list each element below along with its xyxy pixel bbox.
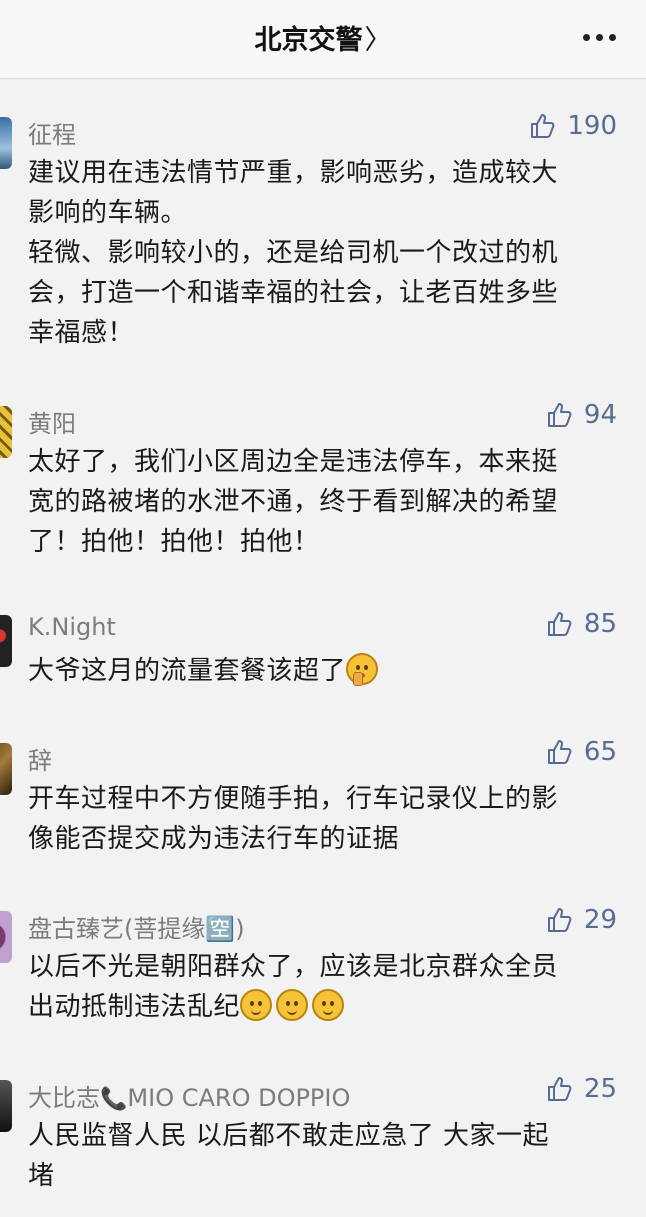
like-button[interactable]: 29 xyxy=(546,905,617,935)
comment-line: 堵 xyxy=(28,1161,55,1191)
thumbs-up-icon xyxy=(547,740,572,764)
chevron-right-icon[interactable]: 〉 xyxy=(365,25,392,56)
commenter-name[interactable]: 辞 xyxy=(28,741,52,776)
comment-line: 出动抵制违法乱纪 xyxy=(28,987,618,1027)
comment-item: 辞 65 开车过程中不方便随手拍，行车记录仪上的影 像能否提交成为违法行车的证据 xyxy=(0,705,646,873)
comment-text: 开车过程中不方便随手拍，行车记录仪上的影 像能否提交成为违法行车的证据 xyxy=(28,779,618,859)
like-count: 85 xyxy=(583,609,617,639)
thumbs-up-icon xyxy=(547,612,572,636)
comment-line: 幸福感！ xyxy=(28,318,135,348)
commenter-name[interactable]: 黄阳 xyxy=(28,404,76,439)
comment-text: 建议用在违法情节严重，影响恶劣，造成较大 影响的车辆。 轻微、影响较小的，还是给… xyxy=(28,153,618,353)
avatar[interactable] xyxy=(0,911,12,963)
comment-item: K.Night 85 大爷这月的流量套餐该超了 xyxy=(0,577,646,705)
smile-face-icon xyxy=(276,989,309,1021)
like-count: 94 xyxy=(583,400,617,430)
comment-item: 盘古臻艺(菩提缘🈳) 29 以后不光是朝阳群众了，应该是北京群众全员 出动抵制违… xyxy=(0,873,646,1042)
avatar[interactable] xyxy=(0,615,12,667)
avatar[interactable] xyxy=(0,743,12,795)
like-button[interactable]: 85 xyxy=(546,609,617,639)
comment-line: 人民监督人民 以后都不敢走应急了 大家一起 xyxy=(28,1121,550,1151)
comment-item: 黄阳 94 太好了，我们小区周边全是违法停车，本来挺 宽的路被堵的水泄不通，终于… xyxy=(0,368,646,577)
like-button[interactable]: 190 xyxy=(529,111,617,141)
more-dots-icon[interactable] xyxy=(583,34,616,41)
like-count: 190 xyxy=(567,111,617,141)
like-button[interactable]: 65 xyxy=(546,737,617,767)
thumbs-up-icon xyxy=(547,908,572,932)
smile-face-icon xyxy=(312,989,345,1021)
commenter-name-part: 大比志 xyxy=(28,1084,100,1112)
comment-text: 大爷这月的流量套餐该超了 xyxy=(28,651,618,691)
comment-item: 征程 190 建议用在违法情节严重，影响恶劣，造成较大 影响的车辆。 轻微、影响… xyxy=(0,79,646,368)
commenter-name[interactable]: 大比志📞MIO CARO DOPPIO xyxy=(28,1078,350,1113)
avatar[interactable] xyxy=(0,406,12,458)
like-count: 25 xyxy=(583,1074,617,1104)
comment-line: 宽的路被堵的水泄不通，终于看到解决的希望 xyxy=(28,487,559,517)
page-title[interactable]: 北京交警 xyxy=(255,25,363,56)
comment-text: 太好了，我们小区周边全是违法停车，本来挺 宽的路被堵的水泄不通，终于看到解决的希… xyxy=(28,442,618,562)
like-count: 29 xyxy=(583,905,617,935)
avatar[interactable] xyxy=(0,1080,12,1132)
comment-line: 像能否提交成为违法行车的证据 xyxy=(28,824,400,854)
avatar[interactable] xyxy=(0,117,12,169)
like-button[interactable]: 25 xyxy=(546,1074,617,1104)
like-count: 65 xyxy=(583,737,617,767)
comment-line: 了！拍他！拍他！拍他！ xyxy=(28,527,320,557)
like-button[interactable]: 94 xyxy=(546,400,617,430)
commenter-name-part: MIO CARO DOPPIO xyxy=(127,1084,351,1112)
commenter-name[interactable]: K.Night xyxy=(28,613,116,641)
comment-list: 征程 190 建议用在违法情节严重，影响恶劣，造成较大 影响的车辆。 轻微、影响… xyxy=(0,79,646,1212)
comment-line: 太好了，我们小区周边全是违法停车，本来挺 xyxy=(28,447,559,477)
comment-line: 以后不光是朝阳群众了，应该是北京群众全员 xyxy=(28,952,559,982)
comment-line: 大爷这月的流量套餐该超了 xyxy=(28,651,618,691)
thumbs-up-icon xyxy=(547,403,572,427)
comment-line: 轻微、影响较小的，还是给司机一个改过的机 xyxy=(28,238,559,268)
comment-text: 人民监督人民 以后都不敢走应急了 大家一起 堵 xyxy=(28,1116,618,1196)
account-title[interactable]: 北京交警〉 xyxy=(0,18,646,57)
comment-line: 开车过程中不方便随手拍，行车记录仪上的影 xyxy=(28,784,559,814)
commenter-name[interactable]: 征程 xyxy=(28,115,76,150)
comment-line: 会，打造一个和谐幸福的社会，让老百姓多些 xyxy=(28,278,559,308)
header-bar: 北京交警〉 xyxy=(0,0,646,79)
comment-line-text: 出动抵制违法乱纪 xyxy=(28,992,241,1022)
comment-line: 建议用在违法情节严重，影响恶劣，造成较大 xyxy=(28,158,559,188)
comment-item: 大比志📞MIO CARO DOPPIO 25 人民监督人民 以后都不敢走应急了 … xyxy=(0,1042,646,1212)
commenter-name[interactable]: 盘古臻艺(菩提缘🈳) xyxy=(28,909,245,944)
thumbs-up-icon xyxy=(547,1077,572,1101)
phone-icon: 📞 xyxy=(100,1087,128,1112)
comment-text: 以后不光是朝阳群众了，应该是北京群众全员 出动抵制违法乱纪 xyxy=(28,947,618,1027)
smile-face-icon xyxy=(240,989,273,1021)
comment-line: 影响的车辆。 xyxy=(28,198,188,228)
thumbs-up-icon xyxy=(531,114,555,138)
comment-line-text: 大爷这月的流量套餐该超了 xyxy=(28,656,347,686)
shushing-face-icon xyxy=(346,653,379,686)
